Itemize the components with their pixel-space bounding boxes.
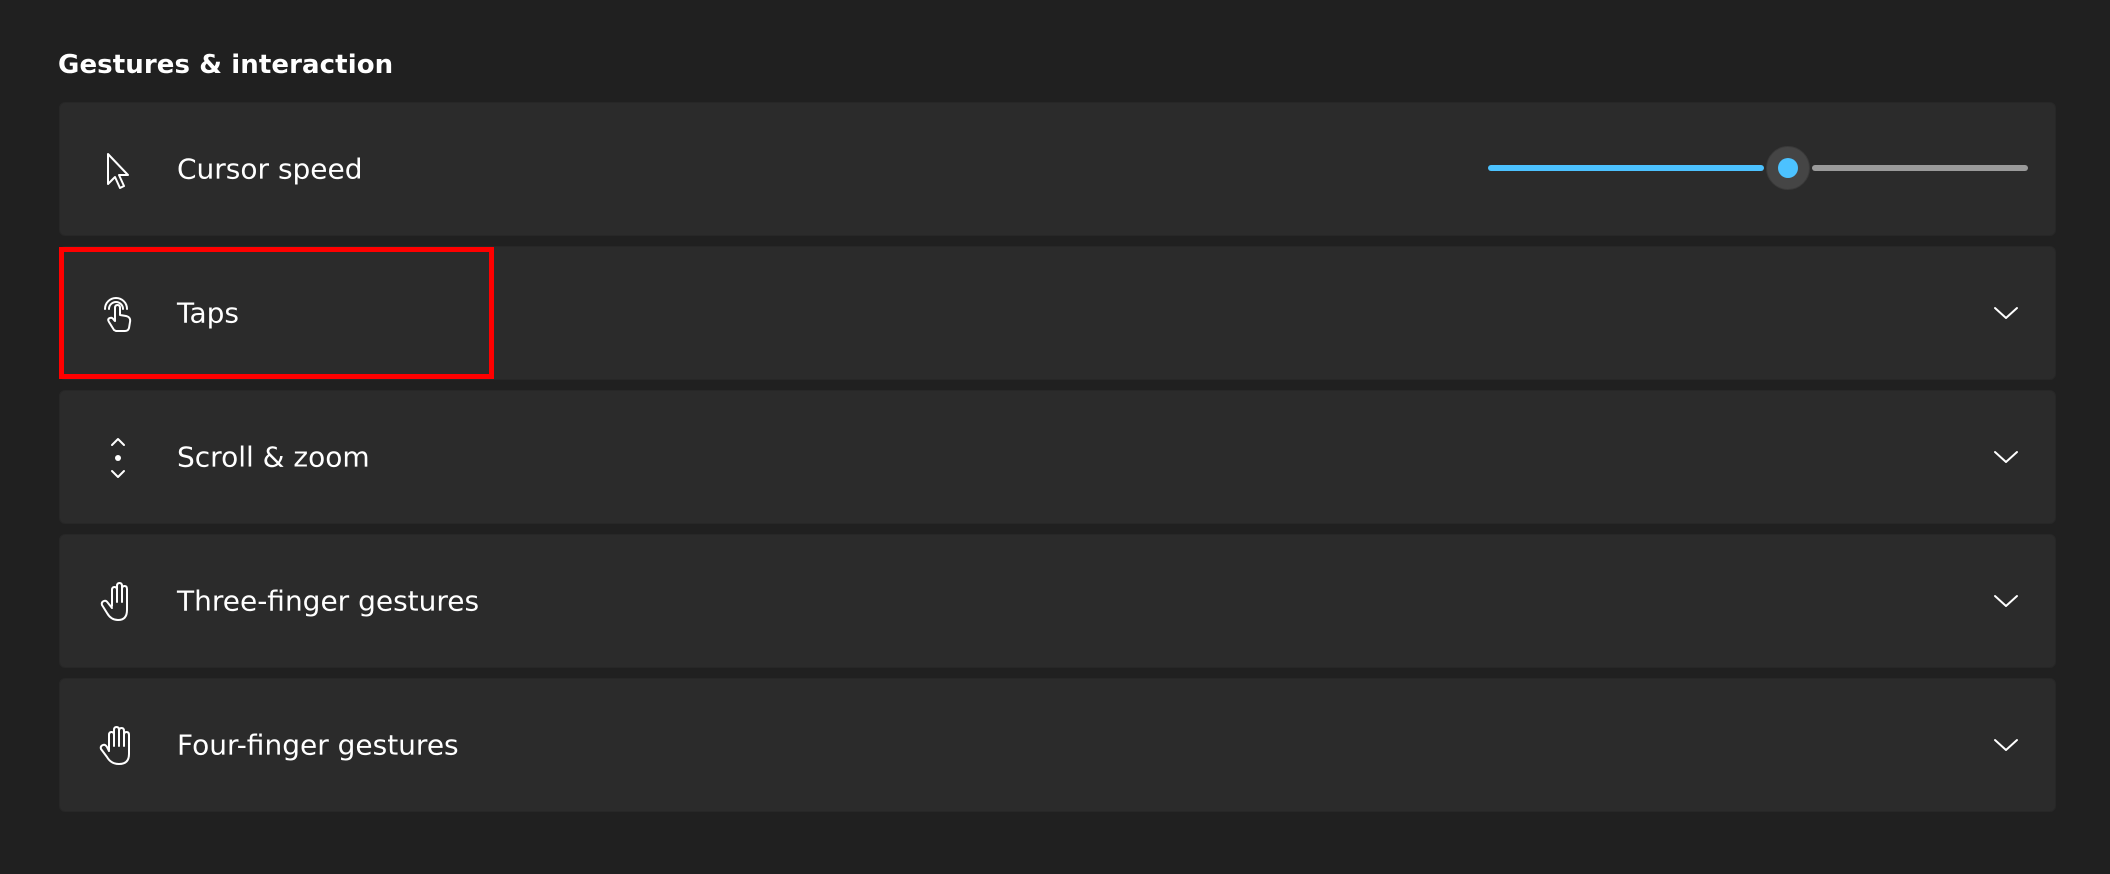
cursor-arrow-icon (96, 148, 140, 192)
cursor-speed-label: Cursor speed (177, 152, 363, 186)
chevron-down-icon[interactable] (1992, 301, 2020, 325)
tap-hand-icon (96, 292, 140, 336)
taps-row[interactable]: Taps (59, 246, 2056, 380)
slider-thumb[interactable] (1766, 146, 1810, 190)
scroll-zoom-label: Scroll & zoom (177, 440, 370, 474)
four-finger-hand-icon (96, 724, 140, 768)
chevron-down-icon[interactable] (1992, 445, 2020, 469)
chevron-down-icon[interactable] (1992, 733, 2020, 757)
three-finger-gestures-label: Three-finger gestures (177, 584, 480, 618)
cursor-speed-row: Cursor speed (59, 102, 2056, 236)
cursor-speed-slider[interactable] (1488, 143, 2028, 193)
settings-page: Gestures & interaction Cursor speed Taps (0, 0, 2110, 874)
scroll-zoom-icon (96, 436, 140, 480)
slider-thumb-center (1778, 158, 1798, 178)
slider-track-filled (1488, 165, 1764, 171)
taps-label: Taps (177, 296, 239, 330)
three-finger-gestures-row[interactable]: Three-finger gestures (59, 534, 2056, 668)
scroll-zoom-row[interactable]: Scroll & zoom (59, 390, 2056, 524)
slider-track-empty (1812, 165, 2028, 171)
four-finger-gestures-row[interactable]: Four-finger gestures (59, 678, 2056, 812)
four-finger-gestures-label: Four-finger gestures (177, 728, 459, 762)
section-title: Gestures & interaction (58, 50, 394, 80)
chevron-down-icon[interactable] (1992, 589, 2020, 613)
three-finger-hand-icon (96, 580, 140, 624)
